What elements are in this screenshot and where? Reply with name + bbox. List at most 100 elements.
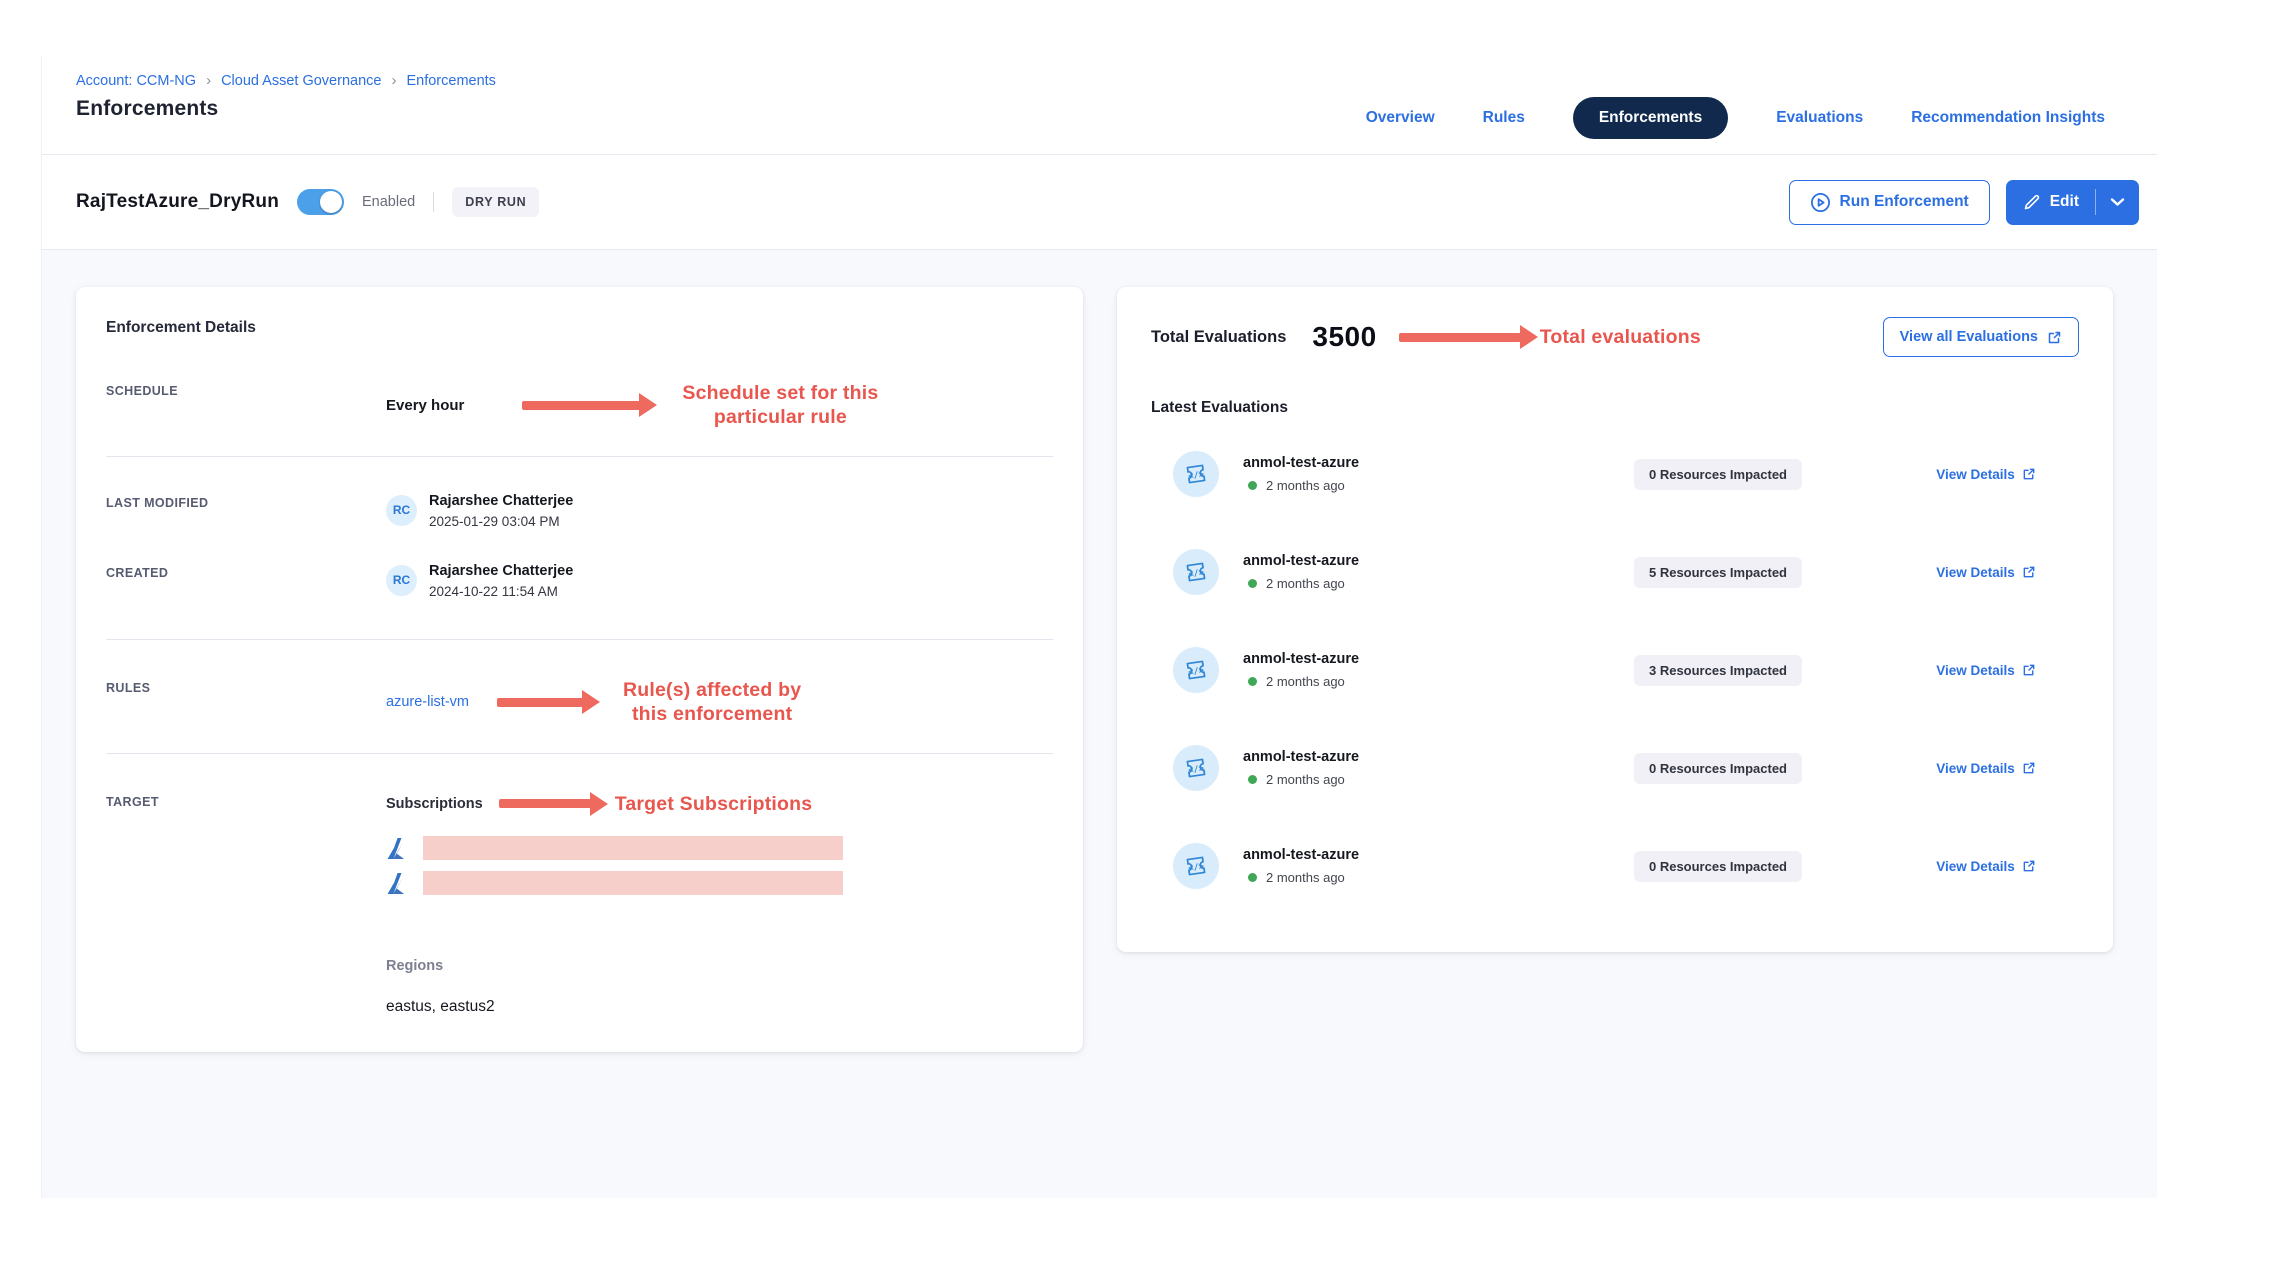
rule-link[interactable]: azure-list-vm xyxy=(386,694,469,710)
vertical-separator xyxy=(433,192,434,212)
status-dot xyxy=(1248,481,1257,490)
redacted-subscription-name xyxy=(423,836,843,860)
evaluation-name-block: anmol-test-azure 2 months ago xyxy=(1243,749,1543,787)
top-bar: Account: CCM-NG › Cloud Asset Governance… xyxy=(41,56,2157,155)
resources-impacted-badge: 5 Resources Impacted xyxy=(1634,557,1802,588)
annotation-arrow xyxy=(497,698,583,707)
breadcrumb-enforcements[interactable]: Enforcements xyxy=(406,73,495,89)
last-modified-person: RC Rajarshee Chatterjee 2025-01-29 03:04… xyxy=(386,493,1053,529)
evaluation-rule-icon: </> xyxy=(1173,451,1219,497)
azure-icon xyxy=(386,871,411,896)
tab-enforcements[interactable]: Enforcements xyxy=(1573,97,1728,139)
total-evaluations-annotation: Total evaluations xyxy=(1540,325,1701,349)
chevron-down-icon xyxy=(2110,197,2125,207)
evaluation-name-block: anmol-test-azure 2 months ago xyxy=(1243,553,1543,591)
evaluation-time: 2 months ago xyxy=(1243,772,1543,787)
external-link-icon xyxy=(2022,761,2036,775)
total-evaluations-label: Total Evaluations xyxy=(1151,328,1286,347)
evaluation-time: 2 months ago xyxy=(1243,478,1543,493)
evaluation-name-block: anmol-test-azure 2 months ago xyxy=(1243,651,1543,689)
status-dot xyxy=(1248,677,1257,686)
status-dot xyxy=(1248,579,1257,588)
edit-button[interactable]: Edit xyxy=(2006,193,2095,211)
created-label: CREATED xyxy=(106,563,386,580)
view-all-label: View all Evaluations xyxy=(1900,329,2038,345)
evaluation-name: anmol-test-azure xyxy=(1243,455,1543,471)
link-cell: View Details xyxy=(1893,859,2079,874)
view-details-link[interactable]: View Details xyxy=(1936,663,2036,678)
run-enforcement-button[interactable]: Run Enforcement xyxy=(1789,180,1990,225)
regions-label: Regions xyxy=(386,958,1053,974)
view-details-label: View Details xyxy=(1936,467,2015,482)
view-all-evaluations-button[interactable]: View all Evaluations xyxy=(1883,317,2079,357)
svg-text:</>: </> xyxy=(1188,666,1205,678)
schedule-annotation: Schedule set for this particular rule xyxy=(682,381,878,430)
evaluation-name-block: anmol-test-azure 2 months ago xyxy=(1243,847,1543,885)
regions-value: eastus, eastus2 xyxy=(386,998,1053,1016)
resources-impacted-badge: 0 Resources Impacted xyxy=(1634,459,1802,490)
status-dot xyxy=(1248,873,1257,882)
enforcement-details-card: Enforcement Details SCHEDULE Every hour … xyxy=(76,287,1083,1052)
view-details-link[interactable]: View Details xyxy=(1936,859,2036,874)
breadcrumb-account[interactable]: Account: CCM-NG xyxy=(76,73,196,89)
evaluation-name: anmol-test-azure xyxy=(1243,553,1543,569)
annotation-arrow xyxy=(522,401,640,410)
target-type: Subscriptions xyxy=(386,796,483,812)
external-link-icon xyxy=(2022,859,2036,873)
run-enforcement-label: Run Enforcement xyxy=(1840,193,1969,211)
target-row: TARGET Subscriptions Target Subscription… xyxy=(106,792,1053,1016)
total-evaluations-value: 3500 xyxy=(1312,321,1376,353)
view-details-label: View Details xyxy=(1936,565,2015,580)
enforcement-header-left: RajTestAzure_DryRun Enabled DRY RUN xyxy=(76,187,539,217)
schedule-value: Every hour xyxy=(386,397,464,414)
impact-cell: 0 Resources Impacted xyxy=(1543,753,1893,784)
view-details-link[interactable]: View Details xyxy=(1936,565,2036,580)
last-modified-label: LAST MODIFIED xyxy=(106,493,386,510)
person-text: Rajarshee Chatterjee 2025-01-29 03:04 PM xyxy=(429,493,573,529)
impact-cell: 5 Resources Impacted xyxy=(1543,557,1893,588)
tab-overview[interactable]: Overview xyxy=(1366,109,1435,127)
created-person: RC Rajarshee Chatterjee 2024-10-22 11:54… xyxy=(386,563,1053,599)
evaluation-rule-icon: </> xyxy=(1173,549,1219,595)
latest-evaluations-title: Latest Evaluations xyxy=(1151,399,2079,417)
evaluation-time: 2 months ago xyxy=(1243,870,1543,885)
avatar: RC xyxy=(386,565,417,596)
target-type-line: Subscriptions Target Subscriptions xyxy=(386,792,1053,816)
breadcrumb-cloud-asset-governance[interactable]: Cloud Asset Governance xyxy=(221,73,381,89)
tab-evaluations[interactable]: Evaluations xyxy=(1776,109,1863,127)
edit-menu-toggle[interactable] xyxy=(2096,197,2139,207)
target-label: TARGET xyxy=(106,792,386,809)
view-details-link[interactable]: View Details xyxy=(1936,467,2036,482)
impact-cell: 3 Resources Impacted xyxy=(1543,655,1893,686)
person-date: 2025-01-29 03:04 PM xyxy=(429,514,573,529)
person-name: Rajarshee Chatterjee xyxy=(429,563,573,579)
view-details-link[interactable]: View Details xyxy=(1936,761,2036,776)
resources-impacted-badge: 0 Resources Impacted xyxy=(1634,851,1802,882)
avatar: RC xyxy=(386,495,417,526)
link-cell: View Details xyxy=(1893,565,2079,580)
created-row: CREATED RC Rajarshee Chatterjee 2024-10-… xyxy=(106,563,1053,599)
regions-block: Regions eastus, eastus2 xyxy=(386,958,1053,1016)
enforcement-header-actions: Run Enforcement Edit xyxy=(1789,180,2139,225)
latest-evaluations-list: </> anmol-test-azure 2 months ago 0 Reso… xyxy=(1151,425,2079,915)
enabled-toggle[interactable] xyxy=(297,189,344,215)
evaluation-rule-icon: </> xyxy=(1173,745,1219,791)
edit-split-button[interactable]: Edit xyxy=(2006,180,2139,225)
annotation-arrow xyxy=(499,799,591,808)
breadcrumb-title-block: Account: CCM-NG › Cloud Asset Governance… xyxy=(76,72,496,154)
last-modified-row: LAST MODIFIED RC Rajarshee Chatterjee 20… xyxy=(106,493,1053,529)
evaluation-row: </> anmol-test-azure 2 months ago 5 Reso… xyxy=(1173,523,2079,621)
tab-rules[interactable]: Rules xyxy=(1483,109,1525,127)
edit-label: Edit xyxy=(2050,193,2079,211)
evaluations-header: Total Evaluations 3500 Total evaluations… xyxy=(1151,317,2079,357)
breadcrumb-separator: › xyxy=(391,72,396,89)
enabled-label: Enabled xyxy=(362,194,415,210)
dry-run-badge: DRY RUN xyxy=(452,187,539,217)
tab-recommendation-insights[interactable]: Recommendation Insights xyxy=(1911,109,2105,127)
schedule-value-line: Every hour Schedule set for this particu… xyxy=(386,381,1053,430)
subscription-item xyxy=(386,836,1053,861)
main-content: Enforcement Details SCHEDULE Every hour … xyxy=(41,250,2157,1198)
azure-icon xyxy=(386,836,411,861)
link-cell: View Details xyxy=(1893,663,2079,678)
target-annotation: Target Subscriptions xyxy=(615,792,813,816)
